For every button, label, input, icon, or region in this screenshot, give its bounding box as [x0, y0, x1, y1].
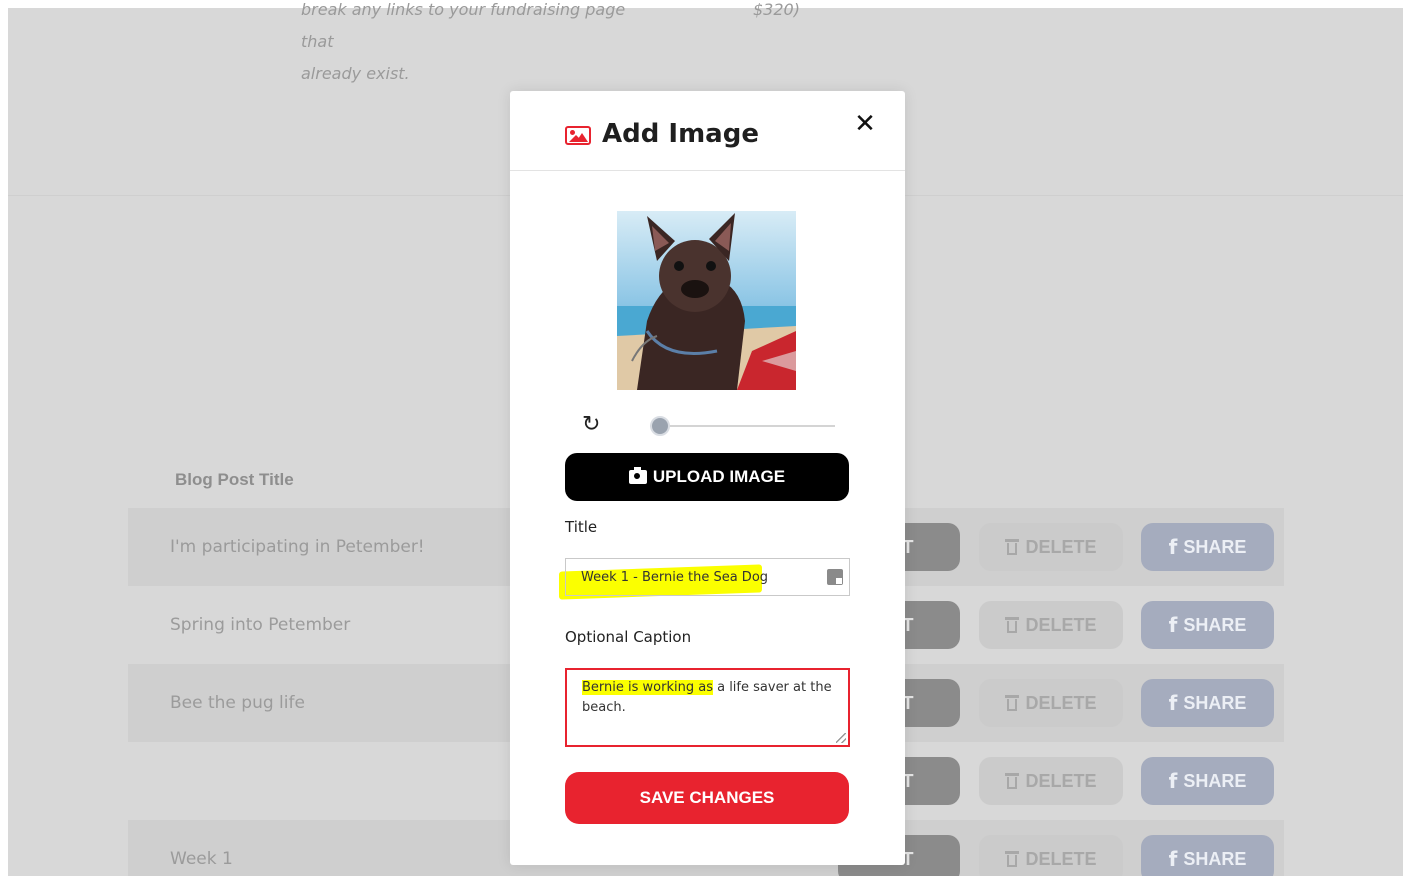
close-icon[interactable]: ✕: [852, 111, 878, 137]
share-label: SHARE: [1183, 771, 1247, 791]
rotate-icon[interactable]: ↻: [582, 414, 604, 436]
share-button[interactable]: f SHARE: [1141, 601, 1274, 649]
modal-title: Add Image: [602, 119, 759, 149]
share-button[interactable]: f SHARE: [1141, 757, 1274, 805]
title-input-value: Week 1 - Bernie the Sea Dog: [581, 570, 769, 585]
blog-post-title: Week 1: [170, 849, 233, 869]
intro-line-1: break any links to your fundraising page…: [301, 0, 626, 51]
autofill-icon[interactable]: [827, 569, 843, 585]
trash-icon: [1005, 695, 1020, 711]
facebook-icon: f: [1168, 613, 1178, 637]
blog-post-title: Bee the pug life: [170, 693, 305, 713]
intro-text: break any links to your fundraising page…: [301, 0, 661, 90]
add-image-modal: Add Image ✕ ↻ UPLOAD IMAGE Title Week 1 …: [510, 91, 905, 865]
share-label: SHARE: [1183, 693, 1247, 713]
trash-icon: [1005, 539, 1020, 555]
camera-icon: [628, 467, 647, 484]
share-label: SHARE: [1183, 849, 1247, 869]
delete-label: DELETE: [1025, 693, 1097, 713]
facebook-icon: f: [1168, 847, 1178, 871]
rotation-slider-thumb[interactable]: [650, 416, 670, 436]
save-changes-button[interactable]: SAVE CHANGES: [565, 772, 849, 824]
caption-highlighted-text: Bernie is working as: [582, 680, 713, 695]
image-icon: [565, 126, 591, 145]
share-label: SHARE: [1183, 537, 1247, 557]
share-button[interactable]: f SHARE: [1141, 835, 1274, 876]
facebook-icon: f: [1168, 691, 1178, 715]
blog-post-title: I'm participating in Petember!: [170, 537, 425, 557]
resize-handle-icon[interactable]: [836, 733, 846, 743]
blog-post-title: Spring into Petember: [170, 615, 351, 635]
delete-label: DELETE: [1025, 537, 1097, 557]
caption-textarea[interactable]: Bernie is working as a life saver at the…: [565, 668, 850, 747]
trash-icon: [1005, 773, 1020, 789]
facebook-icon: f: [1168, 769, 1178, 793]
facebook-icon: f: [1168, 535, 1178, 559]
title-input[interactable]: Week 1 - Bernie the Sea Dog: [565, 558, 850, 596]
intro-amount: $320): [753, 0, 800, 19]
share-button[interactable]: f SHARE: [1141, 523, 1274, 571]
delete-button[interactable]: DELETE: [979, 523, 1123, 571]
column-header-blog-post-title: Blog Post Title: [175, 470, 294, 489]
delete-label: DELETE: [1025, 771, 1097, 791]
upload-label: UPLOAD IMAGE: [652, 467, 786, 486]
delete-label: DELETE: [1025, 615, 1097, 635]
image-preview: [617, 211, 796, 390]
title-label: Title: [565, 518, 598, 536]
dog-photo: [617, 211, 796, 390]
trash-icon: [1005, 851, 1020, 867]
delete-button[interactable]: DELETE: [979, 679, 1123, 727]
upload-image-button[interactable]: UPLOAD IMAGE: [565, 453, 849, 501]
trash-icon: [1005, 617, 1020, 633]
rotation-slider-track[interactable]: [650, 425, 835, 427]
caption-label: Optional Caption: [565, 628, 692, 646]
delete-button[interactable]: DELETE: [979, 757, 1123, 805]
delete-button[interactable]: DELETE: [979, 601, 1123, 649]
share-label: SHARE: [1183, 615, 1247, 635]
share-button[interactable]: f SHARE: [1141, 679, 1274, 727]
intro-line-2: already exist.: [301, 64, 410, 83]
caption-text: Bernie is working as a life saver at the…: [582, 678, 837, 718]
delete-button[interactable]: DELETE: [979, 835, 1123, 876]
delete-label: DELETE: [1025, 849, 1097, 869]
modal-header: Add Image ✕: [510, 91, 905, 171]
